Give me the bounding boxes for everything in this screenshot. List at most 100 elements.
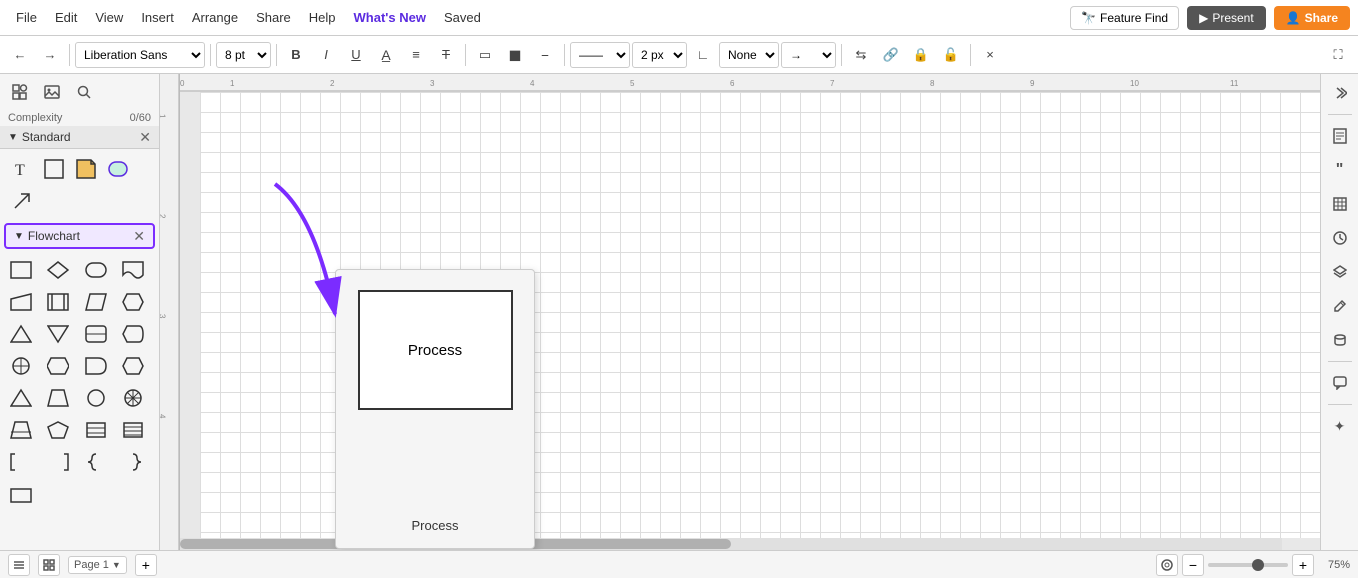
category-flowchart[interactable]: ▼ Flowchart ✕ [4, 223, 155, 249]
arrow-shape[interactable] [8, 187, 36, 215]
zoom-slider[interactable] [1208, 563, 1288, 567]
square-shape[interactable] [40, 155, 68, 183]
svg-text:3: 3 [430, 79, 435, 88]
italic-button[interactable]: I [312, 41, 340, 69]
merge-shape[interactable] [43, 319, 73, 349]
comment-button[interactable] [1325, 368, 1355, 398]
note-shape[interactable] [72, 155, 100, 183]
collapse-button[interactable] [1325, 78, 1355, 108]
menu-whats-new[interactable]: What's New [346, 6, 434, 29]
quote-button[interactable]: " [1325, 155, 1355, 185]
brace1-shape[interactable] [81, 447, 111, 477]
ruler-horizontal: 0 1 2 3 4 5 6 7 8 9 10 11 [180, 74, 1320, 92]
waypoint-button[interactable]: ∟ [689, 41, 717, 69]
menu-help[interactable]: Help [301, 6, 344, 29]
document-shape[interactable] [118, 255, 148, 285]
menu-file[interactable]: File [8, 6, 45, 29]
database-button[interactable] [1325, 325, 1355, 355]
display-shape[interactable] [118, 319, 148, 349]
menu-view[interactable]: View [87, 6, 131, 29]
add-page-button[interactable]: + [135, 554, 157, 576]
font-family-select[interactable]: Liberation Sans [75, 42, 205, 68]
menu-insert[interactable]: Insert [133, 6, 182, 29]
unlock-button[interactable]: 🔓 [937, 41, 965, 69]
help-icon-button[interactable] [1156, 554, 1178, 576]
page-format-button[interactable] [1325, 121, 1355, 151]
preparation-shape[interactable] [118, 287, 148, 317]
predefined-shape[interactable] [43, 287, 73, 317]
present-button[interactable]: ▶ Present [1187, 6, 1266, 30]
extract-shape[interactable] [6, 319, 36, 349]
flip-button[interactable]: ⇆ [847, 41, 875, 69]
image-button[interactable] [38, 78, 66, 106]
decision-shape[interactable] [43, 255, 73, 285]
link-button[interactable]: 🔗 [877, 41, 905, 69]
list2-shape[interactable] [118, 415, 148, 445]
zoom-out-button[interactable]: − [1182, 554, 1204, 576]
delay-shape[interactable] [81, 351, 111, 381]
zoom-in-button[interactable]: + [1292, 554, 1314, 576]
clock-button[interactable] [1325, 223, 1355, 253]
redo-button[interactable]: → [36, 41, 64, 69]
circle-shape[interactable] [81, 383, 111, 413]
summing-shape[interactable] [43, 351, 73, 381]
zoom-slider-thumb[interactable] [1252, 559, 1264, 571]
line-color-button[interactable]: ⎯ [531, 41, 559, 69]
stored-data-shape[interactable] [81, 319, 111, 349]
delete-button[interactable]: × [976, 41, 1004, 69]
waypoint-select[interactable]: None [719, 42, 779, 68]
category-flowchart-close[interactable]: ✕ [133, 229, 145, 243]
list1-shape[interactable] [81, 415, 111, 445]
page-selector[interactable]: Page 1 ▼ [68, 556, 127, 574]
pentagon-shape[interactable] [43, 415, 73, 445]
menu-arrange[interactable]: Arrange [184, 6, 246, 29]
align-button[interactable]: ≡ [402, 41, 430, 69]
triangle-shape[interactable] [6, 383, 36, 413]
list-view-button[interactable] [8, 554, 30, 576]
data-shape[interactable] [81, 287, 111, 317]
edit-button[interactable] [1325, 291, 1355, 321]
connector-shape[interactable] [6, 415, 36, 445]
category-standard-close[interactable]: ✕ [139, 130, 151, 144]
feature-find-button[interactable]: 🔭 Feature Find [1070, 6, 1179, 30]
shape-button[interactable]: ▭ [471, 41, 499, 69]
rounded-rect-shape[interactable] [104, 155, 132, 183]
share-button[interactable]: 👤 Share [1274, 6, 1350, 30]
card-shape[interactable] [6, 479, 36, 509]
underline-button[interactable]: U [342, 41, 370, 69]
brace2-shape[interactable] [118, 447, 148, 477]
loop-limit-shape[interactable] [118, 351, 148, 381]
menu-edit[interactable]: Edit [47, 6, 85, 29]
bold-button[interactable]: B [282, 41, 310, 69]
menu-share[interactable]: Share [248, 6, 299, 29]
canvas-container[interactable]: 0 1 2 3 4 5 6 7 8 9 10 11 1 2 3 4 [160, 74, 1320, 550]
search-button[interactable] [70, 78, 98, 106]
category-standard[interactable]: ▼ Standard ✕ [0, 126, 159, 149]
or-shape[interactable] [6, 351, 36, 381]
grid-view-button[interactable] [38, 554, 60, 576]
strikethrough-button[interactable]: T [432, 41, 460, 69]
menu-saved[interactable]: Saved [436, 6, 489, 29]
undo-button[interactable]: ← [6, 41, 34, 69]
text-shape[interactable]: T [8, 155, 36, 183]
lock-button[interactable]: 🔒 [907, 41, 935, 69]
bracket1-shape[interactable] [6, 447, 36, 477]
fill-color-button[interactable]: ◼ [501, 41, 529, 69]
sparkle-button[interactable]: ✦ [1325, 411, 1355, 441]
circle-x-shape[interactable] [118, 383, 148, 413]
font-size-select[interactable]: 8 pt [216, 42, 271, 68]
manual-input-shape[interactable] [6, 287, 36, 317]
main-layout: Complexity 0/60 ▼ Standard ✕ T [0, 74, 1358, 550]
table-button[interactable] [1325, 189, 1355, 219]
connection-select[interactable]: → [781, 42, 836, 68]
process-shape[interactable] [6, 255, 36, 285]
trapezoid-shape[interactable] [43, 383, 73, 413]
font-color-button[interactable]: A̲ [372, 41, 400, 69]
bracket2-shape[interactable] [43, 447, 73, 477]
line-style-select[interactable]: —— [570, 42, 630, 68]
line-width-select[interactable]: 2 px [632, 42, 687, 68]
terminator-shape[interactable] [81, 255, 111, 285]
layers-button[interactable] [1325, 257, 1355, 287]
shapes-toggle-button[interactable] [6, 78, 34, 106]
fullscreen-button[interactable]: ⛶ [1324, 41, 1352, 69]
